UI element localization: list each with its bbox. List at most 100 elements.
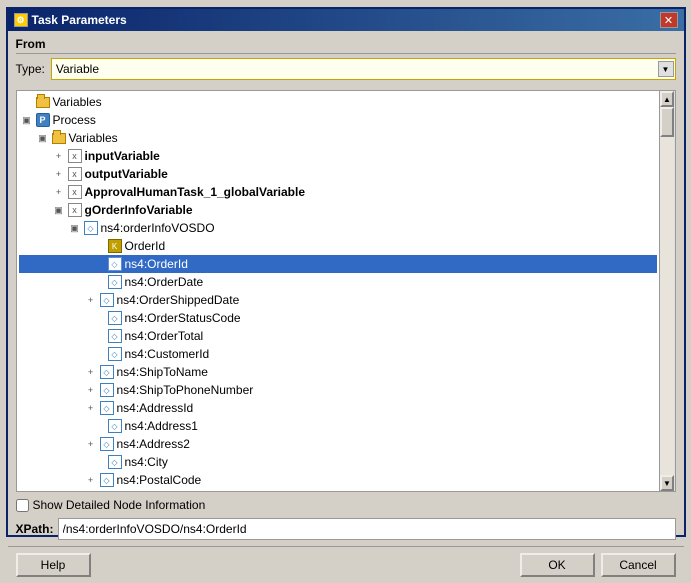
expand-icon[interactable]: + <box>83 436 99 452</box>
tree-node[interactable]: ◇ ns4:Address1 <box>19 417 657 435</box>
tree-node-selected[interactable]: ◇ ns4:OrderId <box>19 255 657 273</box>
ns-shape: ◇ <box>108 455 122 469</box>
ns-shape: ◇ <box>84 221 98 235</box>
tree-node[interactable]: ▣ P Process <box>19 111 657 129</box>
var-shape: x <box>68 167 82 181</box>
orderid-shape: K <box>108 239 122 253</box>
help-button[interactable]: Help <box>16 553 91 577</box>
xpath-label: XPath: <box>16 522 54 536</box>
tree-node[interactable]: Variables <box>19 93 657 111</box>
tree-node[interactable]: K OrderId <box>19 237 657 255</box>
ns-shape: ◇ <box>108 329 122 343</box>
folder-shape <box>36 97 50 108</box>
title-bar-content: ⚙ Task Parameters <box>14 13 127 27</box>
window-icon: ⚙ <box>14 13 28 27</box>
node-label: outputVariable <box>85 167 168 181</box>
node-label: gOrderInfoVariable <box>85 203 193 217</box>
node-label: ns4:OrderId <box>125 257 188 271</box>
expand-icon[interactable]: ▣ <box>35 130 51 146</box>
node-label: ns4:OrderShippedDate <box>117 293 240 307</box>
tree-node[interactable]: + x outputVariable <box>19 165 657 183</box>
expand-icon[interactable] <box>19 94 35 110</box>
tree-container[interactable]: Variables ▣ P Process ▣ <box>16 90 676 492</box>
tree-node[interactable]: ◇ ns4:OrderStatusCode <box>19 309 657 327</box>
scroll-track <box>660 107 674 475</box>
type-select[interactable]: Variable Expression Literal <box>51 58 676 80</box>
scroll-thumb[interactable] <box>660 107 674 137</box>
node-label: ns4:Address1 <box>125 419 198 433</box>
bottom-bar: Help OK Cancel <box>8 546 684 583</box>
tree-node[interactable]: ◇ ns4:City <box>19 453 657 471</box>
node-label: ns4:PostalCode <box>117 473 202 487</box>
tree-node[interactable]: + ◇ ns4:PostalCode <box>19 471 657 489</box>
node-label: ns4:Address2 <box>117 437 190 451</box>
node-label: ns4:OrderStatusCode <box>125 311 241 325</box>
tree-node[interactable]: ◇ ns4:OrderTotal <box>19 327 657 345</box>
var-shape: x <box>68 149 82 163</box>
folder-icon <box>35 94 51 110</box>
folder-shape <box>52 133 66 144</box>
cancel-button[interactable]: Cancel <box>601 553 676 577</box>
tree-node[interactable]: ▣ ◇ ns4:orderInfoVOSDO <box>19 219 657 237</box>
node-label: ns4:orderInfoVOSDO <box>101 221 215 235</box>
expand-icon[interactable]: + <box>83 382 99 398</box>
tree-node[interactable]: + ◇ ns4:AddressId <box>19 399 657 417</box>
tree-node[interactable]: ◇ ns4:CustomerId <box>19 345 657 363</box>
xpath-row: XPath: <box>16 518 676 540</box>
node-label: ns4:OrderDate <box>125 275 204 289</box>
ns-icon: ◇ <box>107 256 123 272</box>
ns-shape: ◇ <box>100 293 114 307</box>
ns-icon: ◇ <box>99 472 115 488</box>
expand-icon[interactable]: + <box>83 472 99 488</box>
scrollbar[interactable]: ▲ ▼ <box>659 91 675 491</box>
node-label: Variables <box>69 131 118 145</box>
main-content: From Type: Variable Expression Literal ▼ <box>8 31 684 546</box>
expand-icon <box>91 274 107 290</box>
from-label: From <box>16 37 676 54</box>
folder-icon <box>51 130 67 146</box>
expand-icon[interactable]: + <box>51 148 67 164</box>
var-icon: x <box>67 184 83 200</box>
tree-node[interactable]: ▣ x gOrderInfoVariable <box>19 201 657 219</box>
node-label: ns4:CustomerId <box>125 347 210 361</box>
expand-icon[interactable]: ▣ <box>51 202 67 218</box>
tree-node[interactable]: + x inputVariable <box>19 147 657 165</box>
node-label: ApprovalHumanTask_1_globalVariable <box>85 185 306 199</box>
expand-icon[interactable]: + <box>51 166 67 182</box>
ns-shape: ◇ <box>100 365 114 379</box>
ns-shape: ◇ <box>108 311 122 325</box>
ns-icon: ◇ <box>99 400 115 416</box>
process-icon: P <box>35 112 51 128</box>
ns-shape: ◇ <box>100 401 114 415</box>
node-label: ns4:OrderTotal <box>125 329 204 343</box>
tree-node[interactable]: + x ApprovalHumanTask_1_globalVariable <box>19 183 657 201</box>
tree-node[interactable]: ◇ ns4:OrderDate <box>19 273 657 291</box>
tree-node[interactable]: ▣ Variables <box>19 129 657 147</box>
expand-icon <box>91 238 107 254</box>
expand-icon[interactable]: ▣ <box>67 220 83 236</box>
scroll-down-button[interactable]: ▼ <box>660 475 674 491</box>
node-label: Variables <box>53 95 102 109</box>
tree-node[interactable]: + ◇ ns4:Address2 <box>19 435 657 453</box>
node-label: Process <box>53 113 96 127</box>
ns-shape: ◇ <box>108 419 122 433</box>
tree-node[interactable]: + ◇ ns4:ShipToPhoneNumber <box>19 381 657 399</box>
show-detail-checkbox[interactable] <box>16 499 29 512</box>
scroll-up-button[interactable]: ▲ <box>660 91 674 107</box>
ns-icon: ◇ <box>107 310 123 326</box>
checkbox-row: Show Detailed Node Information <box>16 498 676 512</box>
xpath-input[interactable] <box>58 518 676 540</box>
ns-icon: ◇ <box>99 382 115 398</box>
expand-icon[interactable]: + <box>51 184 67 200</box>
expand-icon[interactable]: ▣ <box>19 112 35 128</box>
from-section: From Type: Variable Expression Literal ▼ <box>16 37 676 84</box>
close-button[interactable]: ✕ <box>660 12 678 28</box>
tree-node[interactable]: + ◇ ns4:OrderShippedDate <box>19 291 657 309</box>
expand-icon[interactable]: + <box>83 400 99 416</box>
expand-icon <box>91 328 107 344</box>
tree-node[interactable]: + ◇ ns4:ShipToName <box>19 363 657 381</box>
ok-button[interactable]: OK <box>520 553 595 577</box>
expand-icon[interactable]: + <box>83 364 99 380</box>
expand-icon[interactable]: + <box>83 292 99 308</box>
ns-shape: ◇ <box>100 473 114 487</box>
